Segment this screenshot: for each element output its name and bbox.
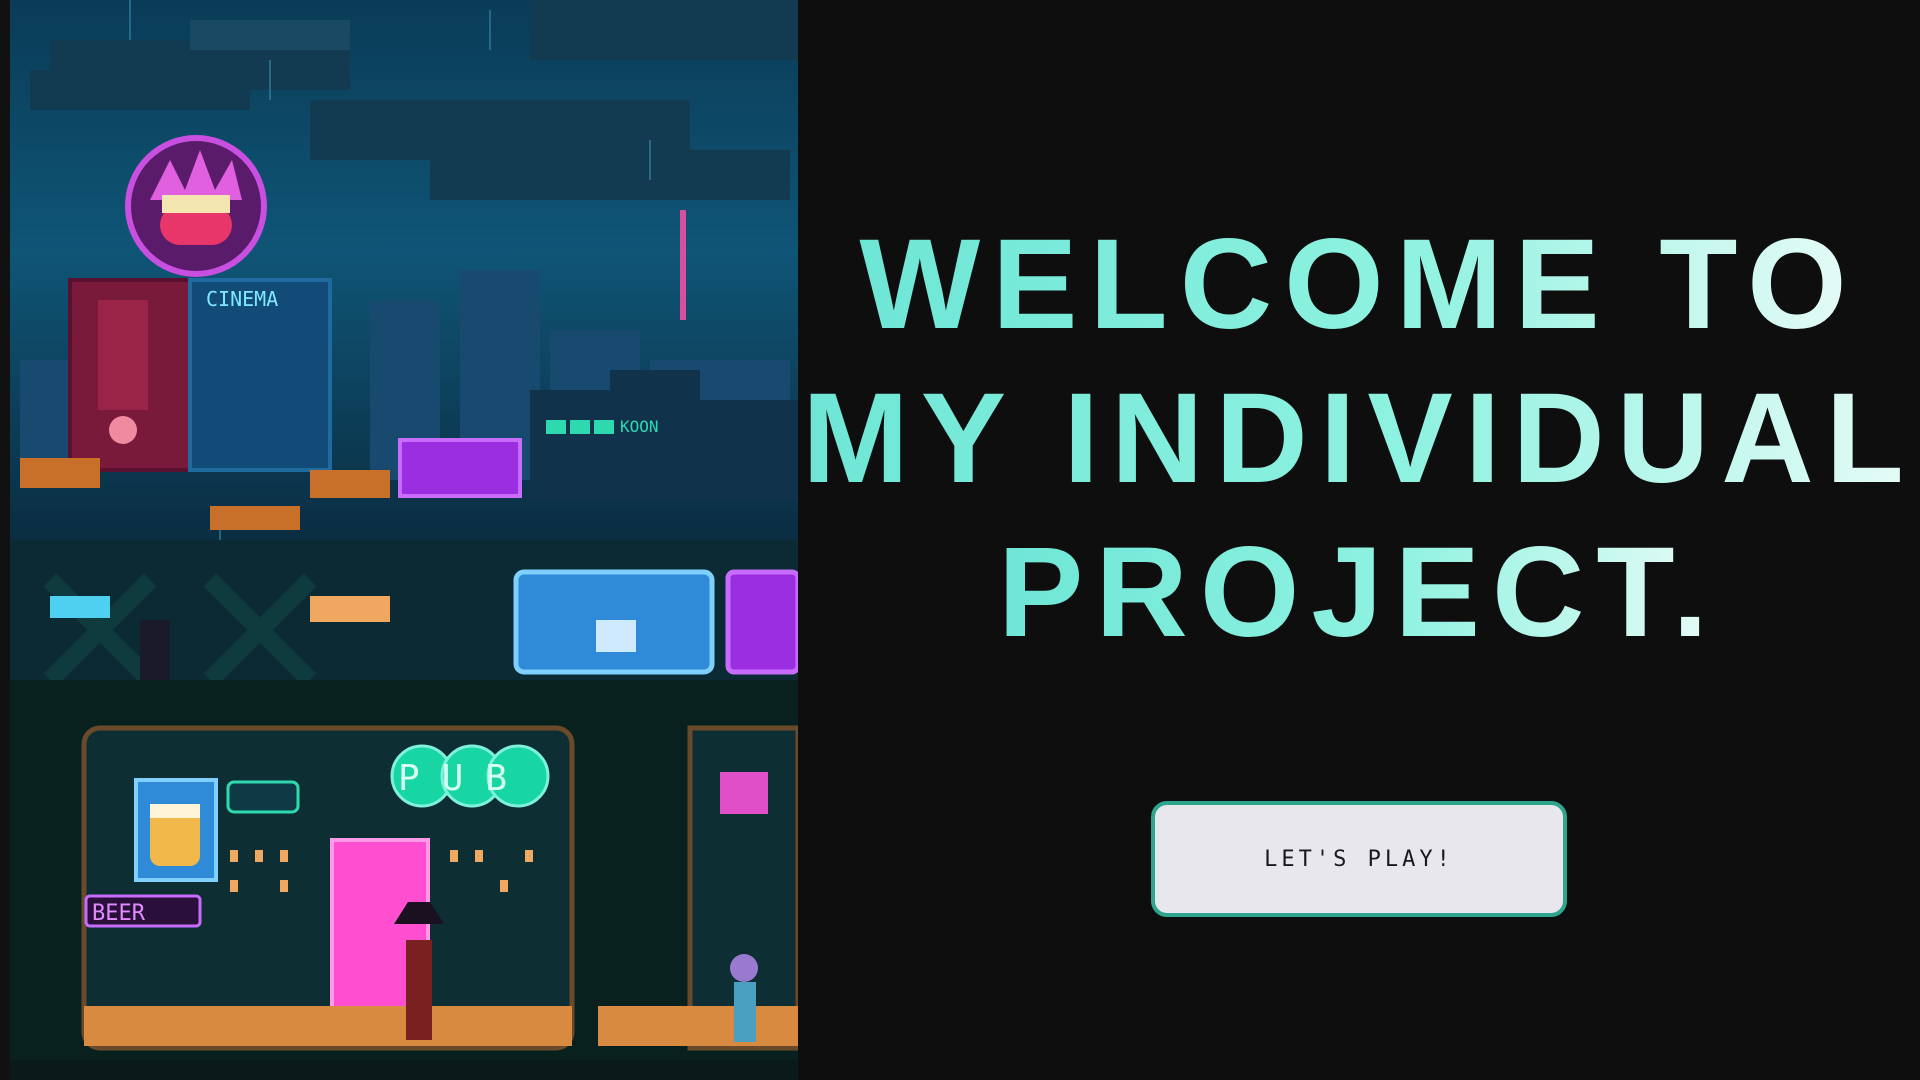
heading-line-3: PROJECT. — [998, 516, 1720, 670]
popcorn-sign — [125, 135, 267, 277]
cat-icon — [596, 620, 636, 652]
robot-body — [734, 982, 756, 1042]
rooftop-mid — [310, 470, 390, 498]
commuter-figure — [140, 620, 170, 680]
small-teal-sign — [226, 780, 300, 814]
heading-line-2: MY INDIVIDUAL — [802, 362, 1916, 516]
rooftop-right — [210, 506, 300, 530]
beer-label-text: BEER — [92, 901, 146, 926]
landing-page: CINEMA KOON PUB BEER WELCOME TO MY INDIV… — [0, 0, 1920, 1080]
city-scene-svg: CINEMA KOON PUB BEER — [10, 0, 798, 1080]
purple-billboard — [398, 438, 522, 498]
counter-right — [598, 1006, 798, 1046]
umbrella-person — [406, 940, 432, 1040]
pixel-city-illustration: CINEMA KOON PUB BEER — [10, 0, 798, 1080]
track-window — [310, 596, 390, 622]
heading-line-1: WELCOME TO — [859, 208, 1858, 362]
track-light — [50, 596, 110, 618]
purple-side-sign — [725, 569, 798, 675]
koon-sign — [546, 420, 614, 434]
robot-head — [730, 954, 758, 982]
bottom-rail — [10, 1060, 798, 1080]
pink-small-sign — [720, 772, 768, 814]
lets-play-button[interactable]: LET'S PLAY! — [1151, 801, 1567, 918]
welcome-heading: WELCOME TO MY INDIVIDUAL PROJECT. — [802, 208, 1916, 670]
koon-sign-text: KOON — [620, 417, 659, 436]
main-content: WELCOME TO MY INDIVIDUAL PROJECT. LET'S … — [798, 0, 1920, 1080]
rooftop-left — [20, 458, 100, 488]
cinema-building — [68, 278, 332, 472]
beer-mug — [150, 810, 200, 866]
cinema-sign-text: CINEMA — [206, 287, 278, 311]
left-edge-strip — [0, 0, 10, 1080]
counter — [84, 1006, 572, 1046]
antenna — [680, 210, 686, 320]
pub-sign-text: PUB — [398, 758, 529, 799]
